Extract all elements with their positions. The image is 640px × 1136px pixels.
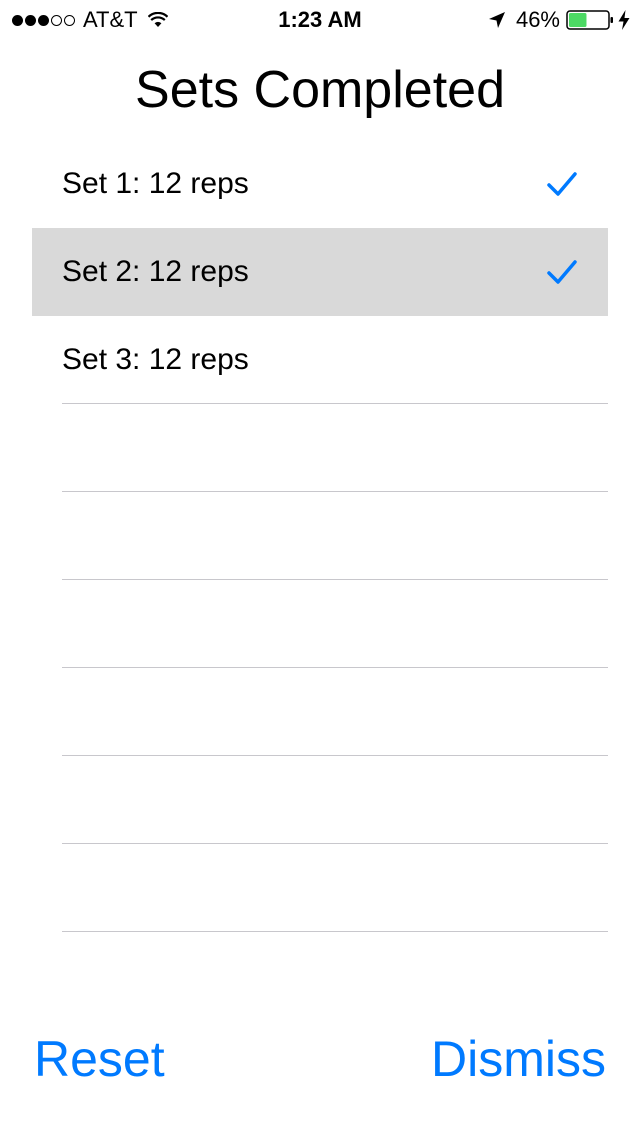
set-row[interactable]: Set 1: 12 reps <box>32 140 608 228</box>
status-bar: AT&T 1:23 AM 46% <box>0 0 640 40</box>
battery-icon <box>566 10 613 30</box>
set-row[interactable]: Set 3: 12 reps <box>32 316 608 404</box>
checkmark-icon <box>547 260 577 284</box>
sets-table: Set 1: 12 reps Set 2: 12 reps Set 3: 12 re… <box>32 140 608 932</box>
set-label: Set 3: 12 reps <box>62 343 249 376</box>
charging-bolt-icon <box>618 10 630 30</box>
checkmark-icon <box>547 172 577 196</box>
empty-row <box>32 580 608 668</box>
battery-percentage: 46% <box>515 7 560 32</box>
screen: AT&T 1:23 AM 46% Sets Completed Set 1: 1… <box>0 0 640 1136</box>
location-arrow-icon <box>488 12 505 28</box>
set-label: Set 1: 12 reps <box>62 167 249 200</box>
set-row[interactable]: Set 2: 12 reps <box>32 228 608 316</box>
page-title: Sets Completed <box>135 61 505 119</box>
empty-row <box>32 756 608 844</box>
empty-row <box>32 492 608 580</box>
status-right: 46% <box>488 6 630 34</box>
row-separator <box>62 931 608 932</box>
empty-row <box>32 668 608 756</box>
reset-button[interactable]: Reset <box>34 1026 165 1092</box>
empty-row <box>32 404 608 492</box>
empty-row <box>32 844 608 932</box>
set-label: Set 2: 12 reps <box>62 255 249 288</box>
dismiss-button[interactable]: Dismiss <box>431 1026 606 1092</box>
